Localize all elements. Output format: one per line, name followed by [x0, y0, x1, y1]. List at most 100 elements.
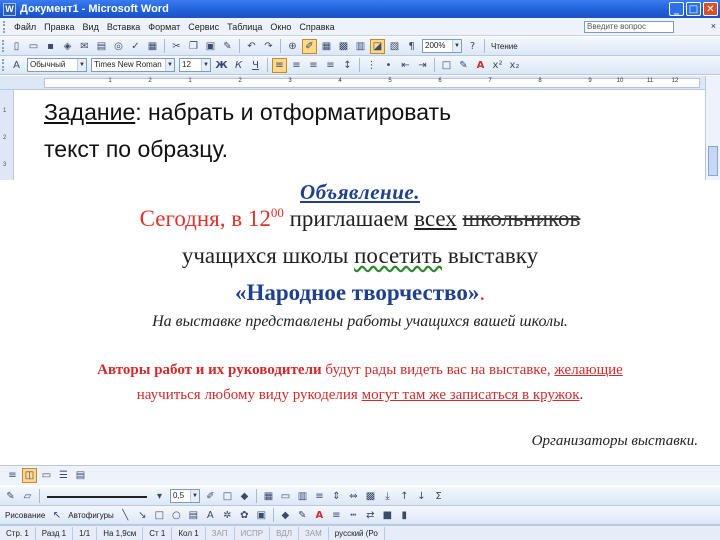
chevron-down-icon[interactable]: ▼ — [452, 40, 461, 52]
line-style-icon[interactable]: ≡ — [329, 508, 344, 523]
menu-file[interactable]: Файл — [10, 22, 40, 32]
border-icon[interactable]: □ — [439, 58, 454, 73]
autoformat-icon[interactable]: ▩ — [363, 489, 378, 504]
normal-view-icon[interactable]: ≡ — [5, 468, 20, 483]
align-cell-icon[interactable]: ≡ — [312, 489, 327, 504]
reading-view-icon[interactable]: ▤ — [73, 468, 88, 483]
sort-descending-icon[interactable]: ↓ — [414, 489, 429, 504]
draw-table-icon[interactable]: ✎ — [3, 489, 18, 504]
hyperlink-icon[interactable]: ⊕ — [285, 39, 300, 54]
split-cells-icon[interactable]: ▥ — [295, 489, 310, 504]
menu-format[interactable]: Формат — [144, 22, 184, 32]
email-icon[interactable]: ✉ — [77, 39, 92, 54]
menu-grip[interactable] — [3, 20, 7, 33]
vertical-scrollbar[interactable] — [705, 76, 720, 180]
menu-help[interactable]: Справка — [295, 22, 338, 32]
italic-button[interactable]: К — [231, 58, 246, 73]
drawing-icon[interactable]: ◪ — [370, 38, 385, 54]
drawing-menu-button[interactable]: Рисование — [5, 511, 45, 520]
help-icon[interactable]: ? — [465, 39, 480, 54]
font-color-icon[interactable]: A — [473, 58, 488, 73]
document-map-icon[interactable]: ▧ — [387, 39, 402, 54]
line-tool-icon[interactable]: ╲ — [118, 508, 133, 523]
insert-table-icon[interactable]: ▦ — [319, 39, 334, 54]
chevron-down-icon[interactable]: ▼ — [165, 59, 174, 71]
clipart-icon[interactable]: ✿ — [237, 508, 252, 523]
superscript-icon[interactable]: x² — [490, 58, 505, 73]
research-icon[interactable]: ▦ — [145, 39, 160, 54]
merge-cells-icon[interactable]: ▭ — [278, 489, 293, 504]
font-size-select[interactable]: 12 ▼ — [179, 58, 211, 72]
open-folder-icon[interactable]: ▭ — [26, 39, 41, 54]
menu-view[interactable]: Вид — [79, 22, 103, 32]
status-extend[interactable]: ВДЛ — [270, 526, 299, 540]
sort-ascending-icon[interactable]: ↑ — [397, 489, 412, 504]
textbox-icon[interactable]: ▤ — [186, 508, 201, 523]
document-page[interactable]: Объявление. Сегодня, в 1200 приглашаем в… — [0, 180, 720, 465]
autosum-icon[interactable]: Σ — [431, 489, 446, 504]
save-icon[interactable]: ▪ — [43, 39, 58, 54]
chevron-down-icon[interactable]: ▼ — [190, 490, 199, 502]
copy-icon[interactable]: ❐ — [186, 39, 201, 54]
status-language[interactable]: русский (Ро — [329, 526, 385, 540]
3d-icon[interactable]: ▮ — [397, 508, 412, 523]
close-button[interactable]: ✕ — [703, 2, 718, 16]
insert-table-icon[interactable]: ▦ — [261, 489, 276, 504]
rectangle-tool-icon[interactable]: □ — [152, 508, 167, 523]
border-color-icon[interactable]: ✐ — [203, 489, 218, 504]
picture-icon[interactable]: ▣ — [254, 508, 269, 523]
columns-icon[interactable]: ▥ — [353, 39, 368, 54]
zoom-select[interactable]: 200% ▼ — [422, 39, 462, 53]
increase-indent-icon[interactable]: ⇥ — [415, 58, 430, 73]
print-icon[interactable]: ▤ — [94, 39, 109, 54]
chevron-down-icon[interactable]: ▾ — [152, 489, 167, 504]
word-app-icon[interactable]: W — [3, 2, 16, 16]
shading-color-icon[interactable]: ◆ — [237, 489, 252, 504]
align-center-icon[interactable]: ≡ — [289, 58, 304, 73]
arrow-tool-icon[interactable]: ↘ — [135, 508, 150, 523]
line-style-select[interactable] — [47, 488, 147, 498]
numbering-icon[interactable]: ⋮ — [364, 58, 379, 73]
eraser-icon[interactable]: ▱ — [20, 489, 35, 504]
text-direction-icon[interactable]: ⤓ — [380, 489, 395, 504]
status-overwrite[interactable]: ЗАМ — [299, 526, 329, 540]
line-spacing-icon[interactable]: ↕ — [340, 58, 355, 73]
maximize-button[interactable]: □ — [686, 2, 701, 16]
wordart-icon[interactable]: A — [203, 508, 218, 523]
help-question-input[interactable]: Введите вопрос — [584, 21, 674, 33]
web-view-icon[interactable]: ◫ — [22, 468, 37, 483]
distribute-rows-icon[interactable]: ⇕ — [329, 489, 344, 504]
format-painter-icon[interactable]: ✎ — [220, 39, 235, 54]
menu-edit[interactable]: Правка — [40, 22, 78, 32]
scrollbar-thumb[interactable] — [708, 146, 718, 176]
paste-icon[interactable]: ▣ — [203, 39, 218, 54]
toolbar-grip[interactable] — [2, 59, 6, 71]
underline-button[interactable]: Ч — [248, 58, 263, 73]
menu-tools[interactable]: Сервис — [184, 22, 223, 32]
print-preview-icon[interactable]: ◎ — [111, 39, 126, 54]
bullets-icon[interactable]: • — [381, 58, 396, 73]
show-hide-icon[interactable]: ¶ — [404, 39, 419, 54]
bold-button[interactable]: Ж — [214, 58, 229, 73]
autoshapes-menu-button[interactable]: Автофигуры — [68, 511, 114, 520]
ruler-track[interactable] — [44, 78, 700, 88]
subscript-icon[interactable]: x₂ — [507, 58, 522, 73]
diagram-icon[interactable]: ✲ — [220, 508, 235, 523]
chevron-down-icon[interactable]: ▼ — [77, 59, 86, 71]
redo-icon[interactable]: ↷ — [261, 39, 276, 54]
outline-view-icon[interactable]: ☰ — [56, 468, 71, 483]
fill-color-icon[interactable]: ◆ — [278, 508, 293, 523]
font-color-icon[interactable]: A — [312, 508, 327, 523]
distribute-columns-icon[interactable]: ⇔ — [346, 489, 361, 504]
decrease-indent-icon[interactable]: ⇤ — [398, 58, 413, 73]
justify-icon[interactable]: ≡ — [323, 58, 338, 73]
shadow-icon[interactable]: ■ — [380, 508, 395, 523]
highlight-icon[interactable]: ✎ — [456, 58, 471, 73]
new-document-icon[interactable]: ▯ — [9, 39, 24, 54]
select-objects-icon[interactable]: ↖ — [49, 508, 64, 523]
spelling-icon[interactable]: ✓ — [128, 39, 143, 54]
vertical-ruler[interactable]: 1 2 3 — [0, 90, 14, 180]
oval-tool-icon[interactable]: ○ — [169, 508, 184, 523]
undo-icon[interactable]: ↶ — [244, 39, 259, 54]
tables-borders-icon[interactable]: ✐ — [302, 38, 317, 54]
